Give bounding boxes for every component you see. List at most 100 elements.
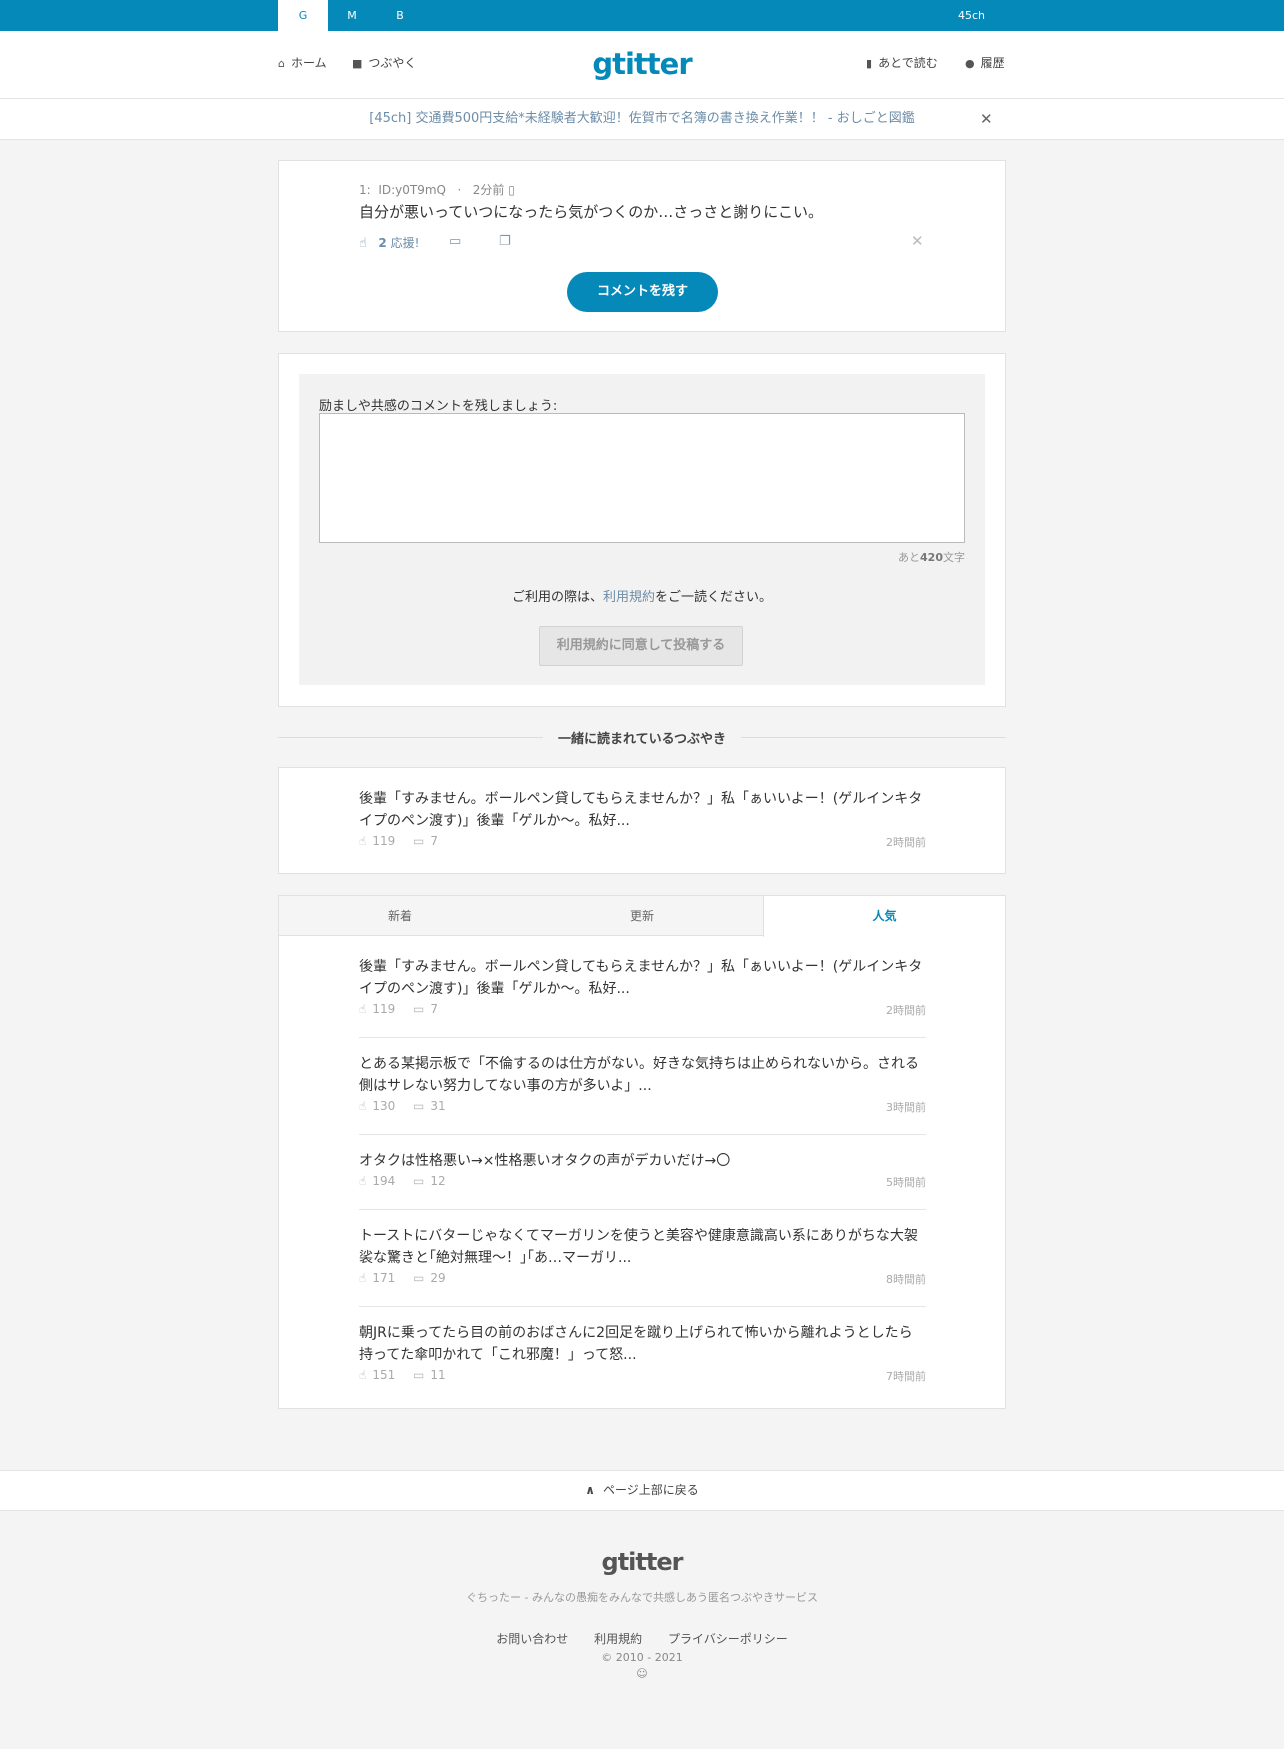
back-to-top-button[interactable]: ∧ ページ上部に戻る [0,1470,1284,1511]
thumbs-up-icon: ☝ [359,1174,367,1188]
leave-comment-button[interactable]: コメントを残す [567,272,718,312]
list-item-text: イプのペン渡す)」後輩「ゲルか〜。私好... [359,981,630,997]
bird-icon: ☺ [636,1667,648,1680]
comment-icon: ▭ [413,1368,425,1382]
comment-form-card: 励ましや共感のコメントを残しましょう: あと420文字 ご利用の際は、利用規約を… [278,353,1006,707]
nav-read-later[interactable]: ▮ あとで読む [866,31,938,99]
footer-link-contact[interactable]: お問い合わせ [496,1632,568,1646]
list-item[interactable]: トーストにバターじゃなくてマーガリンを使うと美容や健康意識高い系にありがちな大袈… [359,1225,926,1289]
comment-icon: ▭ [413,1099,425,1113]
list-item-time: 3時間前 [886,1101,926,1114]
thumbs-up-icon: ☝ [359,1099,367,1113]
top-bar: G M B 45ch [0,0,1284,31]
thumbs-up-icon: ☝ [359,834,367,848]
thumbs-up-icon: ☝ [359,1271,367,1285]
list-item-meta: ☝ 151 ▭ 11 7時間前 [359,1368,926,1386]
bookmark-icon: ▮ [866,57,873,70]
like-count: 130 [372,1099,396,1113]
comment-count: 31 [430,1099,446,1113]
terms-link[interactable]: 利用規約 [603,590,655,605]
ranking-card: 新着 更新 人気 後輩「すみません。ボールペン貸してもらえませんか？」私「ぁいい… [278,895,1006,1409]
site-link-45ch[interactable]: 45ch [958,0,985,31]
list-separator [359,1306,926,1307]
comment-icon: ▭ [413,834,425,848]
comment-form: 励ましや共感のコメントを残しましょう: あと420文字 ご利用の際は、利用規約を… [299,374,985,685]
terms-note: ご利用の際は、利用規約をご一読ください。 [511,590,773,605]
cheer-button[interactable]: ☝ 2 応援! [359,234,419,251]
like-count: 119 [372,834,396,848]
list-item-text: 側はサレない努力してない事の方が多いよ」... [359,1078,652,1094]
comment-count: 12 [430,1174,446,1188]
comment-count: 29 [430,1271,446,1285]
comment-icon[interactable]: ▭ [449,234,461,249]
user-icon: ● [965,57,975,70]
site-tab-m[interactable]: M [327,0,377,31]
like-count: 171 [372,1271,396,1285]
footer-tagline: ぐちったー - みんなの愚痴をみんなで共感しあう匿名つぶやきサービス [466,1591,818,1604]
like-count: 151 [372,1368,396,1382]
notice-link[interactable]: [45ch] 交通費500円支給*未経験者大歓迎！佐賀市で名簿の書き換え作業！！… [0,99,1284,139]
list-separator [359,1134,926,1135]
list-item[interactable]: とある某掲示板で「不倫するのは仕方がない。好きな気持ちは止められないから。される… [359,1053,926,1117]
list-item[interactable]: 朝JRに乗ってたら目の前のおばさんに2回足を蹴り上げられて怖いから離れようとした… [359,1322,926,1386]
comment-textarea[interactable] [319,413,965,543]
list-item-text: 後輩「すみません。ボールペン貸してもらえませんか？」私「ぁいいよー！(ゲルインキ… [359,791,923,807]
list-item-meta: ☝ 130 ▭ 31 3時間前 [359,1099,926,1117]
list-item-text: 後輩「すみません。ボールペン貸してもらえませんか？」私「ぁいいよー！(ゲルインキ… [359,959,923,975]
footer-logo[interactable]: gtitter [0,1548,1284,1576]
close-icon[interactable]: ✕ [980,99,993,139]
tab-popular[interactable]: 人気 [763,896,1005,937]
list-item-meta: ☝ 119 ▭ 7 2時間前 [359,834,926,852]
post-meta: 1: ID:y0T9mQ · 2分前 ▯ [359,183,515,197]
hide-post-icon[interactable]: ✕ [911,232,924,250]
footer-link-privacy[interactable]: プライバシーポリシー [668,1632,788,1646]
list-item-meta: ☝ 119 ▭ 7 2時間前 [359,1002,926,1020]
site-header: ⌂ ホーム ■ つぶやく gtitter ▮ あとで読む ● 履歴 [0,31,1284,99]
thumbs-up-icon: ☝ [359,236,367,251]
site-tab-g[interactable]: G [278,0,328,31]
footer-link-terms[interactable]: 利用規約 [594,1632,642,1646]
site-logo[interactable]: gtitter [0,47,1284,81]
list-item[interactable]: オタクは性格悪い→×性格悪いオタクの声がデカいだけ→〇 ☝ 194 ▭ 12 5時間… [359,1150,926,1192]
cheer-count: 2 [378,236,387,250]
comment-label: 励ましや共感のコメントを残しましょう: [319,399,558,414]
comment-icon: ▭ [413,1174,425,1188]
list-item-meta: ☝ 194 ▭ 12 5時間前 [359,1174,926,1192]
like-count: 194 [372,1174,396,1188]
related-heading-text: 一緒に読まれているつぶやき [547,732,737,747]
related-heading: 一緒に読まれているつぶやき [278,727,1006,747]
ranking-tabs: 新着 更新 人気 [279,896,1005,937]
list-item-time: 7時間前 [886,1370,926,1383]
mobile-icon: ▯ [508,183,515,197]
list-item-time: 2時間前 [886,836,926,849]
list-item-time: 5時間前 [886,1176,926,1189]
list-item-time: 8時間前 [886,1273,926,1286]
comment-icon: ▭ [413,1002,425,1016]
thumbs-up-icon: ☝ [359,1002,367,1016]
tab-new[interactable]: 新着 [279,896,521,936]
post-user-id: ID:y0T9mQ [378,183,446,197]
thumbs-up-icon: ☝ [359,1368,367,1382]
list-item[interactable]: 後輩「すみません。ボールペン貸してもらえませんか？」私「ぁいいよー！(ゲルインキ… [359,788,926,852]
related-card: 後輩「すみません。ボールペン貸してもらえませんか？」私「ぁいいよー！(ゲルインキ… [278,767,1006,874]
comment-count: 11 [430,1368,446,1382]
comment-icon: ▭ [413,1271,425,1285]
footer-copyright: © 2010 - 2021 [601,1651,683,1664]
list-item-text: イプのペン渡す)」後輩「ゲルか〜。私好... [359,813,630,829]
site-tab-b[interactable]: B [375,0,425,31]
tab-updated[interactable]: 更新 [521,896,763,936]
list-item-text: とある某掲示板で「不倫するのは仕方がない。好きな気持ちは止められないから。される [359,1056,919,1072]
post-time: 2分前 [472,183,505,197]
notice-banner: [45ch] 交通費500円支給*未経験者大歓迎！佐賀市で名簿の書き換え作業！！… [0,99,1284,140]
list-item[interactable]: 後輩「すみません。ボールペン貸してもらえませんか？」私「ぁいいよー！(ゲルインキ… [359,956,926,1020]
char-counter: あと420文字 [898,551,965,564]
bookmark-icon[interactable]: ❐ [499,234,511,249]
nav-history[interactable]: ● 履歴 [965,31,1005,99]
chevron-up-icon: ∧ [585,1483,595,1497]
list-item-text: オタクは性格悪い→×性格悪いオタクの声がデカいだけ→〇 [359,1153,731,1169]
post-card: 1: ID:y0T9mQ · 2分前 ▯ 自分が悪いっていつになったら気がつくの… [278,160,1006,332]
list-item-text: 持ってた傘叩かれて「これ邪魔！」って怒... [359,1347,637,1363]
submit-comment-button[interactable]: 利用規約に同意して投稿する [539,626,743,666]
footer-links: お問い合わせ 利用規約 プライバシーポリシー [0,1630,1284,1647]
list-separator [359,1037,926,1038]
